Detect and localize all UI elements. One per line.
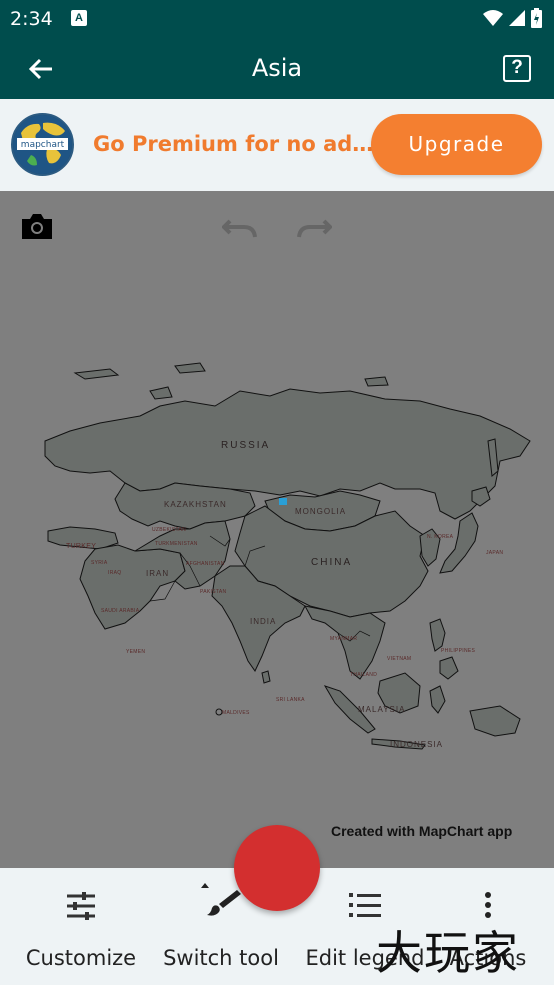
camera-button[interactable]: [20, 211, 54, 241]
label-russia: RUSSIA: [221, 440, 271, 451]
label-turkey: TURKEY: [66, 543, 97, 550]
map-credit: Created with MapChart app: [331, 823, 513, 839]
label-japan: JAPAN: [486, 550, 504, 556]
label-saudi-arabia: SAUDI ARABIA: [101, 608, 140, 614]
switch-tool-label: Switch tool: [163, 946, 279, 970]
undo-icon: [221, 219, 257, 238]
label-north-korea: N. KOREA: [427, 534, 454, 540]
redo-icon: [297, 219, 333, 238]
lake-marker: [279, 498, 287, 505]
southeast-asia-region: [304, 605, 386, 680]
label-mongolia: MONGOLIA: [295, 507, 347, 516]
label-myanmar: MYANMAR: [330, 636, 358, 642]
new-guinea-region: [469, 705, 521, 737]
camera-icon: [22, 214, 52, 239]
label-india: INDIA: [250, 617, 277, 626]
redo-button[interactable]: [296, 215, 333, 241]
label-kazakhstan: KAZAKHSTAN: [164, 500, 227, 509]
arctic-island-4: [364, 376, 389, 387]
label-philippines: PHILIPPINES: [441, 648, 476, 654]
asia-map[interactable]: [0, 361, 554, 791]
japan-region: [439, 512, 479, 574]
label-malaysia: MALAYSIA: [358, 705, 406, 714]
philippines-south-region: [439, 656, 459, 680]
label-iraq: IRAQ: [108, 570, 122, 576]
sulawesi-region: [429, 685, 446, 714]
brush-icon: [201, 883, 241, 916]
status-time: 2:34: [10, 8, 53, 30]
more-vert-icon: [485, 892, 491, 918]
label-iran: IRAN: [146, 569, 170, 578]
signal-icon: [509, 10, 525, 26]
page-title: Asia: [251, 54, 303, 82]
label-pakistan: PAKISTAN: [200, 589, 227, 595]
app-bar: Asia ?: [0, 38, 554, 99]
arctic-island-2: [174, 362, 206, 374]
middle-east-region: [79, 544, 186, 630]
sri-lanka-region: [261, 670, 271, 684]
color-picker-fab[interactable]: [234, 825, 320, 911]
watermark: 大玩家: [376, 926, 520, 980]
label-indonesia: INDONESIA: [390, 740, 444, 749]
notification-icon: A: [71, 10, 87, 26]
label-syria: SYRIA: [91, 560, 108, 566]
mapchart-logo: mapchart: [11, 113, 74, 176]
undo-button[interactable]: [221, 215, 258, 241]
arctic-island-1: [73, 368, 120, 380]
label-china: CHINA: [311, 557, 353, 568]
label-thailand: THAILAND: [350, 672, 378, 678]
label-turkmenistan: TURKMENISTAN: [155, 541, 198, 547]
list-icon: [349, 893, 381, 917]
label-afghanistan: AFGHANISTAN: [186, 561, 225, 567]
tune-icon: [67, 892, 95, 920]
upgrade-button[interactable]: Upgrade: [371, 114, 542, 175]
status-bar: 2:34 A: [0, 0, 554, 38]
promo-text: Go Premium for no ad…: [93, 132, 374, 156]
philippines-region: [429, 618, 446, 652]
arctic-island-3: [149, 386, 173, 400]
battery-icon: [531, 8, 542, 28]
customize-button[interactable]: Customize: [18, 868, 144, 985]
customize-label: Customize: [25, 946, 137, 970]
map-canvas[interactable]: RUSSIA KAZAKHSTAN MONGOLIA CHINA INDIA I…: [0, 191, 554, 868]
hokkaido-region: [471, 486, 491, 507]
label-maldives: MALDIVES: [222, 710, 250, 716]
label-yemen: YEMEN: [126, 649, 146, 655]
label-uzbekistan: UZBEKISTAN: [152, 527, 187, 533]
status-icons: [483, 8, 542, 28]
logo-text: mapchart: [21, 140, 65, 150]
label-vietnam: VIETNAM: [387, 656, 412, 662]
wifi-icon: [483, 10, 503, 26]
label-sri-lanka: SRI LANKA: [276, 697, 305, 703]
help-button[interactable]: ?: [503, 55, 531, 82]
promo-banner: mapchart Go Premium for no ad… Upgrade: [0, 99, 554, 191]
